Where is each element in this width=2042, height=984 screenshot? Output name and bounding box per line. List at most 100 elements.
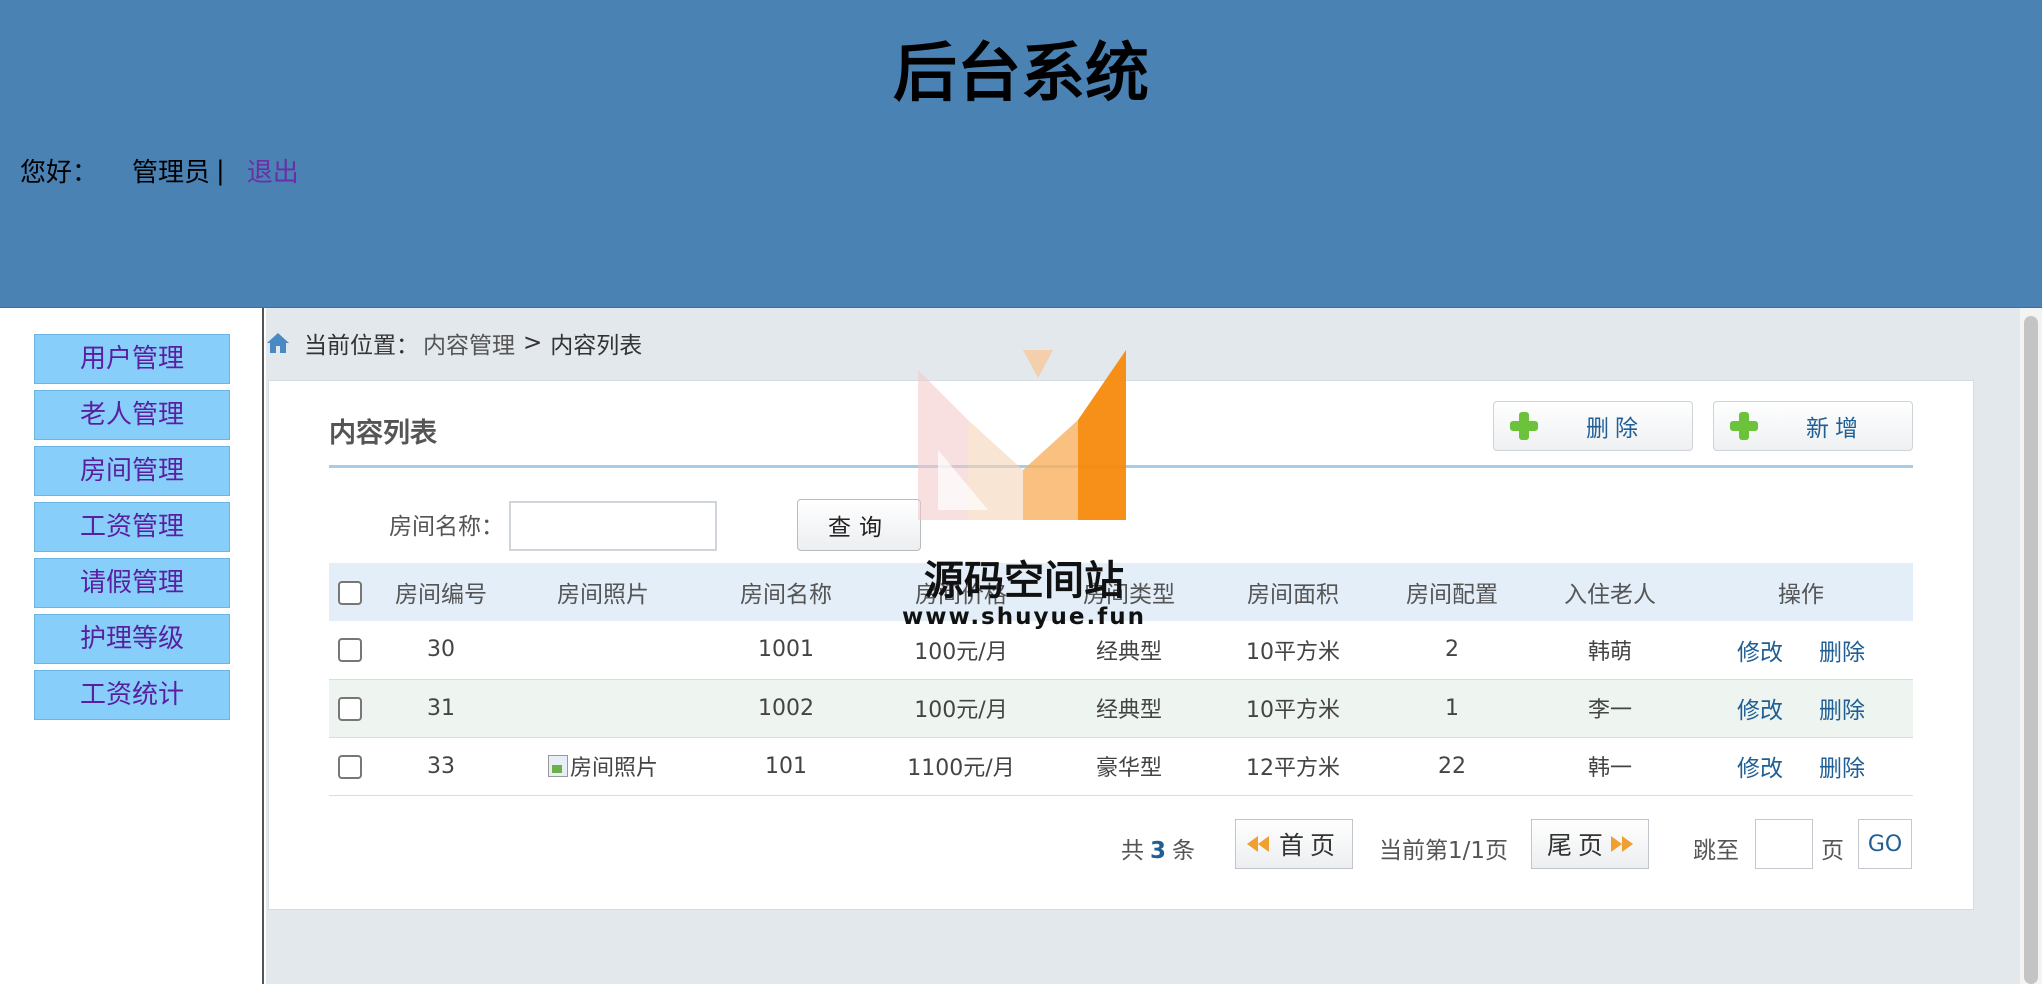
plus-icon — [1510, 412, 1538, 440]
sidebar-item-salary-stats[interactable]: 工资统计 — [34, 670, 230, 720]
breadcrumb-content-management[interactable]: 内容管理 — [423, 326, 515, 360]
room-name: 101 — [695, 737, 877, 796]
col-room-config: 房间配置 — [1373, 563, 1531, 621]
scrollbar[interactable] — [2020, 308, 2042, 984]
page-unit-label: 页 — [1821, 838, 1844, 864]
content-panel: 内容列表 删除 新增 房间名称： 查询 房间编号 房间照片 房间名称 房间价格 … — [268, 380, 1974, 910]
room-config: 2 — [1373, 621, 1531, 680]
sidebar-item-room-management[interactable]: 房间管理 — [34, 446, 230, 496]
room-area: 12平方米 — [1213, 737, 1373, 796]
delete-link[interactable]: 删除 — [1819, 640, 1865, 666]
room-elder: 李一 — [1531, 679, 1689, 738]
pagination: 共3条 首页 当前第1/1页 尾页 跳至 页 GO — [269, 819, 1913, 871]
room-config: 1 — [1373, 679, 1531, 738]
total-count: 共3条 — [1121, 831, 1195, 865]
delete-link[interactable]: 删除 — [1819, 756, 1865, 782]
col-room-photo: 房间照片 — [511, 563, 695, 621]
add-button[interactable]: 新增 — [1713, 401, 1913, 451]
col-room-area: 房间面积 — [1213, 563, 1373, 621]
total-number: 3 — [1150, 838, 1167, 864]
select-all-cell — [329, 563, 371, 621]
breadcrumb-label: 当前位置： — [304, 333, 419, 359]
app-header: 后台系统 您好： 管理员 | 退出 — [0, 0, 2042, 308]
last-page-label: 尾页 — [1546, 831, 1609, 860]
go-button[interactable]: GO — [1858, 819, 1912, 869]
room-price: 100元/月 — [877, 679, 1045, 738]
sidebar-item-care-level[interactable]: 护理等级 — [34, 614, 230, 664]
sidebar: 用户管理 老人管理 房间管理 工资管理 请假管理 护理等级 工资统计 — [0, 308, 264, 984]
double-left-icon — [1246, 836, 1258, 852]
col-room-name: 房间名称 — [695, 563, 877, 621]
row-actions: 修改 删除 — [1689, 737, 1913, 796]
logout-link[interactable]: 退出 — [247, 152, 299, 189]
first-page-button[interactable]: 首页 — [1235, 819, 1353, 869]
page-info: 当前第1/1页 — [1379, 838, 1509, 864]
first-page-label: 首页 — [1278, 831, 1341, 860]
jump-label: 跳至 — [1693, 838, 1739, 864]
sidebar-item-user-management[interactable]: 用户管理 — [34, 334, 230, 384]
plus-icon — [1730, 412, 1758, 440]
room-area: 10平方米 — [1213, 621, 1373, 680]
row-actions: 修改 删除 — [1689, 679, 1913, 738]
row-checkbox[interactable] — [338, 696, 362, 721]
watermark-url: www.shuyue.fun — [902, 604, 1146, 630]
breadcrumb-content-list: 内容列表 — [550, 333, 643, 359]
double-right-icon-part — [1622, 836, 1633, 852]
table-row: 33 房间照片 101 1100元/月 豪华型 12平方米 22 韩一 修改 删除 — [329, 737, 1913, 796]
room-photo — [511, 679, 695, 738]
broken-image-icon — [547, 754, 568, 777]
room-name-input[interactable] — [509, 501, 717, 551]
sidebar-item-salary-management[interactable]: 工资管理 — [34, 502, 230, 552]
breadcrumb: 当前位置： 内容管理 > 内容列表 — [266, 326, 642, 360]
query-button[interactable]: 查询 — [797, 499, 921, 551]
delete-button-label: 删除 — [1586, 416, 1644, 442]
username: 管理员 — [132, 158, 211, 188]
room-type: 经典型 — [1045, 679, 1213, 738]
room-photo-image: 房间照片 — [547, 750, 658, 782]
row-checkbox[interactable] — [338, 754, 362, 779]
edit-link[interactable]: 修改 — [1737, 698, 1783, 724]
sidebar-item-elder-management[interactable]: 老人管理 — [34, 390, 230, 440]
breadcrumb-arrow: > — [523, 330, 543, 356]
home-icon — [267, 333, 289, 353]
col-actions: 操作 — [1689, 563, 1913, 621]
total-prefix: 共 — [1121, 838, 1144, 864]
col-room-id: 房间编号 — [371, 563, 511, 621]
double-right-icon — [1611, 836, 1622, 852]
room-config: 22 — [1373, 737, 1531, 796]
room-id: 30 — [371, 621, 511, 680]
select-all-checkbox[interactable] — [338, 580, 362, 605]
room-price: 1100元/月 — [877, 737, 1045, 796]
panel-title: 内容列表 — [329, 418, 437, 449]
edit-link[interactable]: 修改 — [1737, 640, 1783, 666]
last-page-button[interactable]: 尾页 — [1531, 819, 1649, 869]
title-divider — [329, 465, 1913, 468]
double-left-icon-part — [1257, 836, 1269, 852]
row-checkbox[interactable] — [338, 638, 362, 663]
sidebar-item-leave-management[interactable]: 请假管理 — [34, 558, 230, 608]
room-photo — [511, 621, 695, 680]
scrollbar-thumb[interactable] — [2024, 316, 2038, 984]
room-elder: 韩萌 — [1531, 621, 1689, 680]
room-photo-alt: 房间照片 — [569, 755, 658, 781]
room-name-label: 房间名称： — [389, 514, 504, 540]
total-suffix: 条 — [1172, 838, 1196, 864]
room-name: 1002 — [695, 679, 877, 738]
row-actions: 修改 删除 — [1689, 621, 1913, 680]
room-id: 31 — [371, 679, 511, 738]
room-elder: 韩一 — [1531, 737, 1689, 796]
delete-button[interactable]: 删除 — [1493, 401, 1693, 451]
add-button-label: 新增 — [1806, 416, 1864, 442]
separator: | — [216, 155, 225, 186]
table-row: 31 1002 100元/月 经典型 10平方米 1 李一 修改 删除 — [329, 679, 1913, 738]
delete-link[interactable]: 删除 — [1819, 698, 1865, 724]
greeting-label: 您好： — [20, 158, 99, 188]
room-name: 1001 — [695, 621, 877, 680]
watermark-text: 源码空间站 — [924, 558, 1124, 604]
jump-page-input[interactable] — [1755, 819, 1813, 869]
room-area: 10平方米 — [1213, 679, 1373, 738]
app-title: 后台系统 — [893, 37, 1149, 111]
edit-link[interactable]: 修改 — [1737, 756, 1783, 782]
room-id: 33 — [371, 737, 511, 796]
user-greeting: 您好： 管理员 | 退出 — [20, 152, 299, 189]
